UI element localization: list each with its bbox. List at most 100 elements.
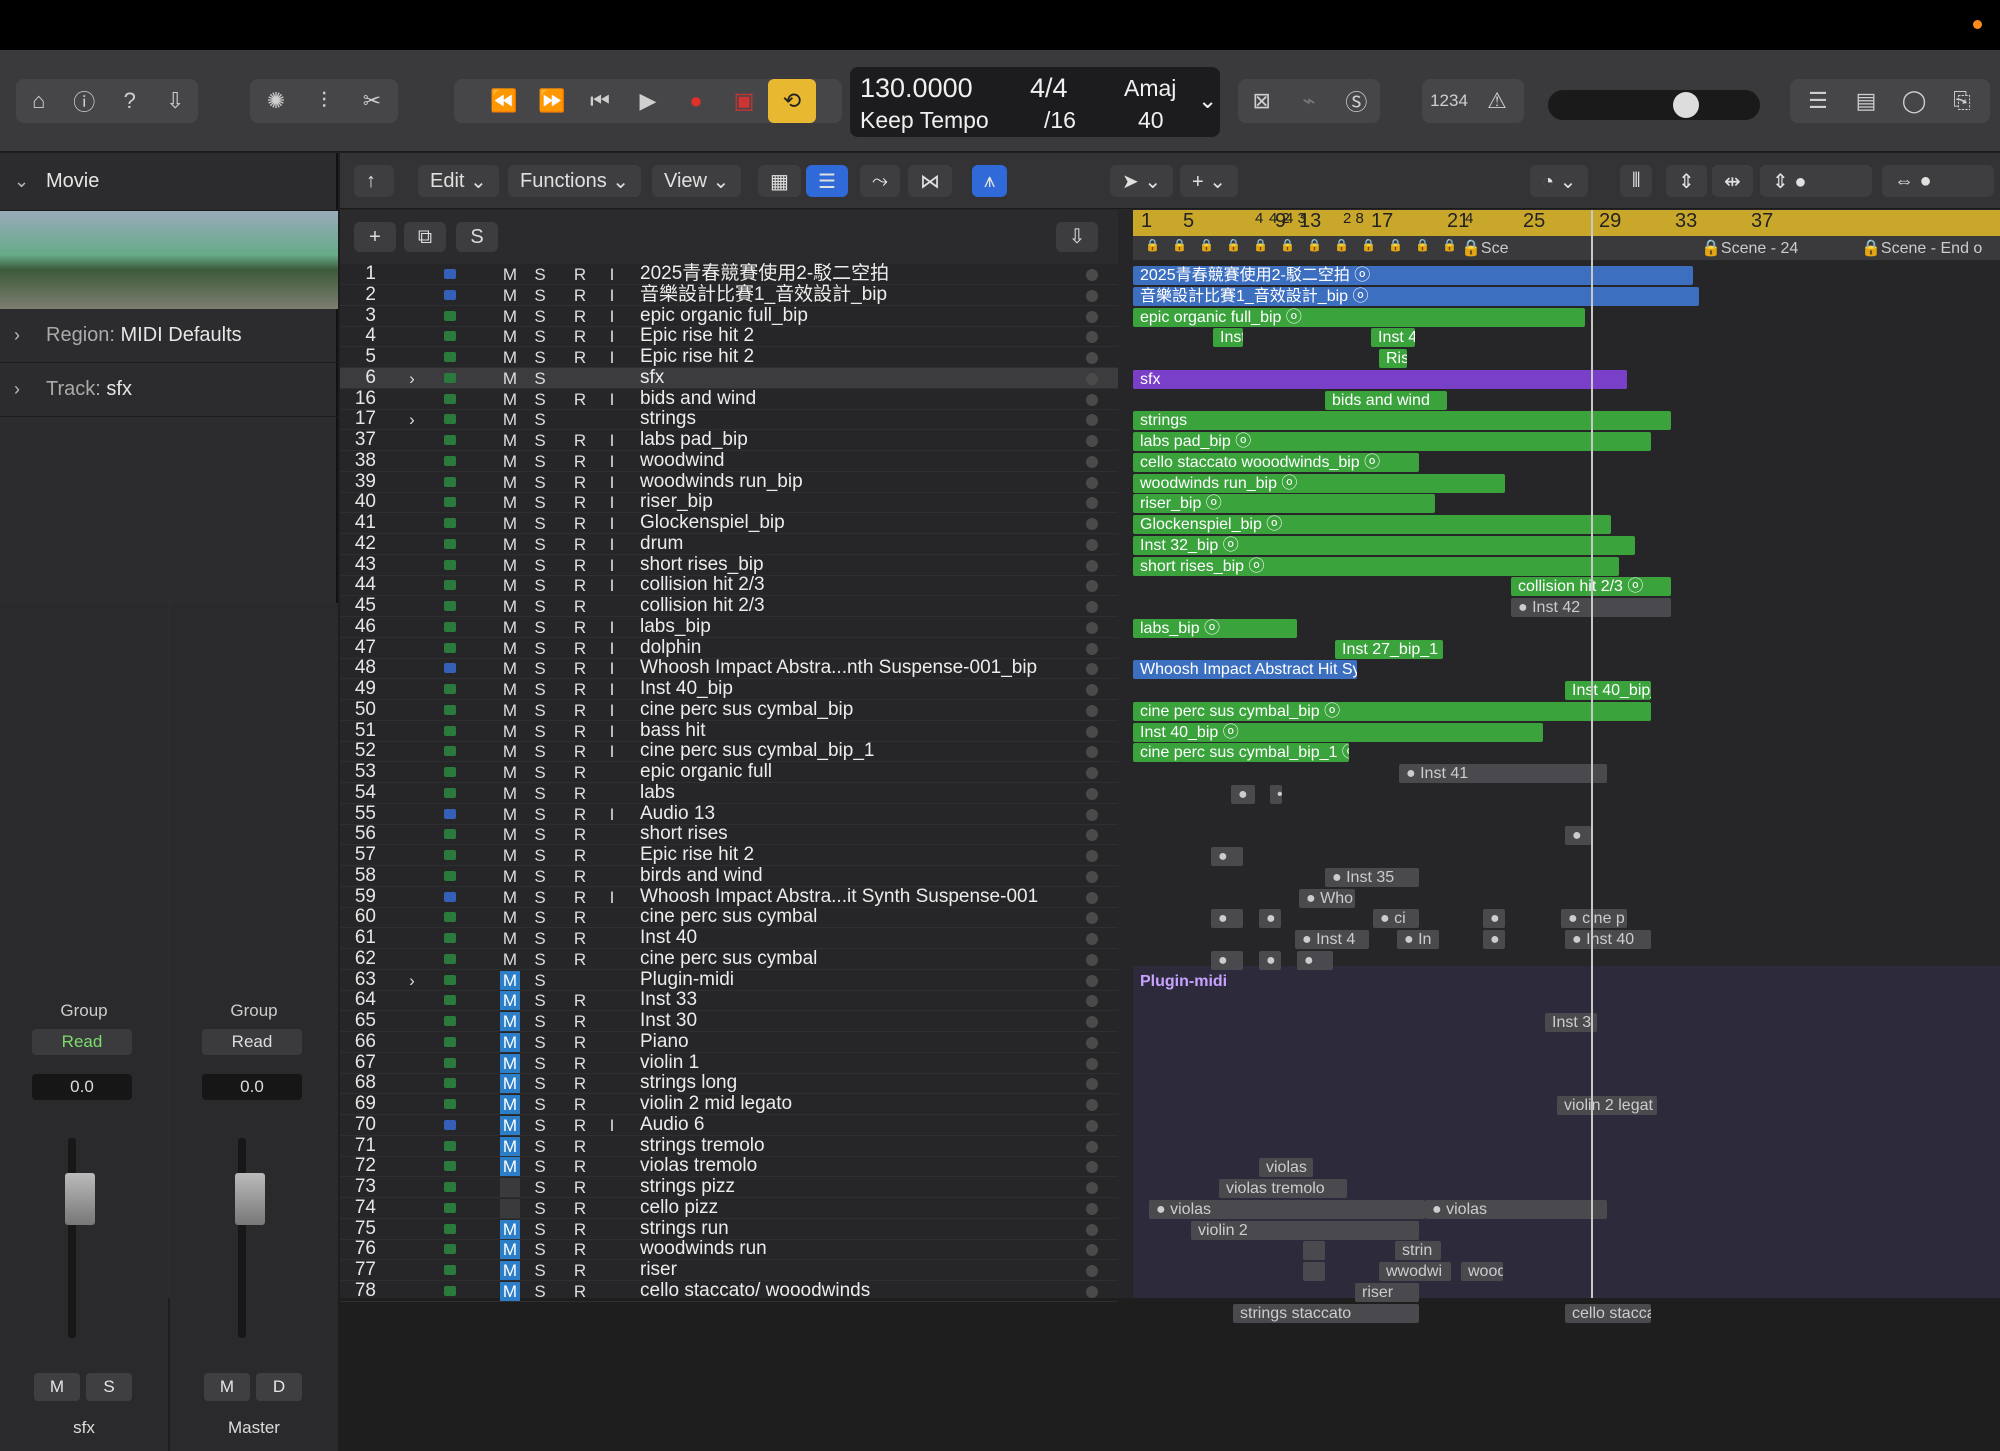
chevron-down-icon[interactable]: ⌄ <box>14 171 29 192</box>
record-enable-button[interactable]: R <box>570 348 590 367</box>
mute-button[interactable]: M <box>500 390 520 409</box>
mute-button[interactable]: M <box>500 908 520 927</box>
record-icon[interactable]: ● <box>672 79 720 123</box>
region[interactable]: 2025青春競賽使用2-駁二空拍 ⓞ <box>1133 266 1693 285</box>
automation-mode[interactable]: Read <box>32 1029 132 1055</box>
chevron-down-icon[interactable]: ⌄ <box>1198 87 1217 114</box>
track-name[interactable]: Inst 40 <box>640 928 697 948</box>
track-row[interactable]: 70 M S R I Audio 6 <box>340 1114 1118 1136</box>
region[interactable]: ● Who <box>1299 888 1355 908</box>
track-row[interactable]: 56 M S Rshort rises <box>340 824 1118 846</box>
track-record-indicator[interactable] <box>1086 435 1098 447</box>
solo-button[interactable]: S <box>530 473 550 492</box>
track-row[interactable]: 17 › M Sstrings <box>340 409 1118 431</box>
input-monitor-button[interactable]: I <box>602 659 622 678</box>
region[interactable]: Inst 40_bip ⓞ <box>1133 722 1543 742</box>
mute-button[interactable]: M <box>500 597 520 616</box>
mute-button[interactable]: M <box>500 1074 520 1094</box>
marker-icon[interactable]: 🔒 <box>1226 238 1241 252</box>
mute-button[interactable]: M <box>500 556 520 575</box>
solo-button[interactable]: S <box>530 659 550 678</box>
mute-button[interactable]: M <box>500 576 520 595</box>
input-monitor-button[interactable]: I <box>602 348 622 367</box>
mute-button[interactable]: M <box>500 369 520 388</box>
quick-help-icon[interactable]: ? <box>107 79 153 123</box>
track-name[interactable]: riser_bip <box>640 492 713 512</box>
horizontal-zoom-slider[interactable]: ⇔ ● <box>1882 165 1994 197</box>
download-icon[interactable]: ⇩ <box>1056 222 1098 252</box>
solo-button[interactable]: S <box>530 639 550 658</box>
track-row[interactable]: 43 M S R Ishort rises_bip <box>340 554 1118 576</box>
track-record-indicator[interactable] <box>1086 1285 1098 1298</box>
region[interactable]: 音樂設計比賽1_音效設計_bip ⓞ <box>1133 286 1699 306</box>
track-record-indicator[interactable] <box>1086 310 1098 323</box>
fast-forward-icon[interactable]: ⏩ <box>528 79 576 123</box>
master-volume-slider[interactable] <box>1548 90 1760 120</box>
track-record-indicator[interactable] <box>1086 455 1098 468</box>
track-name[interactable]: Audio 13 <box>640 803 715 824</box>
region[interactable]: labs pad_bip ⓞ <box>1133 432 1651 451</box>
region[interactable]: cello staccato wooodwinds_bip ⓞ <box>1133 452 1419 472</box>
track-record-indicator[interactable] <box>1086 912 1098 925</box>
chevron-right-icon[interactable]: › <box>14 325 20 346</box>
catch-icon[interactable]: ⩚ <box>972 165 1008 197</box>
group-slot[interactable]: Group <box>0 1001 168 1021</box>
record-enable-button[interactable]: R <box>570 1095 590 1114</box>
solo-button[interactable]: S <box>530 888 550 907</box>
region[interactable]: labs_bip ⓞ <box>1133 618 1297 638</box>
track-name[interactable]: woodwinds run_bip <box>640 471 803 492</box>
track-record-indicator[interactable] <box>1086 767 1098 779</box>
region[interactable]: ● <box>1259 909 1281 929</box>
track-row[interactable]: 48 M S R I Whoosh Impact Abstra...nth Suspens… <box>340 658 1118 680</box>
marker-icon[interactable]: 🔒 <box>1334 238 1349 252</box>
smart-tempo-icon[interactable]: ◔ ⌄ <box>1530 165 1589 197</box>
track-row[interactable]: 59 M S R I Whoosh Impact Abstra...it Synth Su… <box>340 886 1118 908</box>
track-record-indicator[interactable] <box>1086 995 1098 1008</box>
track-name[interactable]: violas tremolo <box>640 1156 757 1176</box>
region[interactable]: Inst 32_bip ⓞ <box>1133 535 1635 555</box>
track-name[interactable]: bids and wind <box>640 388 756 409</box>
record-enable-button[interactable]: R <box>570 805 590 824</box>
mute-button[interactable]: M <box>500 950 520 969</box>
track-row[interactable]: 55 M S R I Audio 13 <box>340 803 1118 825</box>
region[interactable]: strings staccato <box>1233 1303 1419 1323</box>
solo-button[interactable]: S <box>530 307 550 326</box>
solo-button[interactable]: S <box>530 1137 550 1156</box>
marker-lane[interactable]: 🔒Sce 🔒Scene - 24 🔒Scene - End o 🔒 🔒 🔒 🔒 🔒 🔒 🔒 🔒 🔒 🔒 🔒… <box>1133 236 2000 260</box>
region[interactable]: Inst <box>1213 328 1243 348</box>
record-enable-button[interactable]: R <box>570 1074 590 1093</box>
track-record-indicator[interactable] <box>1086 1016 1098 1028</box>
track-name[interactable]: riser <box>640 1260 677 1280</box>
track-record-indicator[interactable] <box>1086 352 1098 364</box>
track-record-indicator[interactable] <box>1086 289 1098 302</box>
disclosure-icon[interactable]: › <box>402 971 422 990</box>
browsers-icon[interactable]: ⎘ <box>1938 79 1986 123</box>
smart-controls-icon[interactable]: ✺ <box>252 79 300 123</box>
automation-mode[interactable]: Read <box>202 1029 302 1055</box>
record-enable-button[interactable]: R <box>570 286 590 305</box>
record-enable-button[interactable]: R <box>570 1220 590 1239</box>
rewind-icon[interactable]: ⏪ <box>480 79 528 123</box>
mute-button[interactable]: M <box>500 929 520 948</box>
track-record-indicator[interactable] <box>1086 1244 1098 1257</box>
solo-icon[interactable]: Ⓢ <box>1333 79 1380 123</box>
track-record-indicator[interactable] <box>1086 684 1098 696</box>
input-monitor-button[interactable]: I <box>602 576 622 595</box>
track-name[interactable]: cine perc sus cymbal_bip <box>640 699 853 720</box>
record-enable-button[interactable]: R <box>570 867 590 886</box>
region[interactable]: Ris <box>1379 349 1407 368</box>
region[interactable]: ● violas <box>1149 1199 1425 1219</box>
solo-button[interactable]: S <box>530 410 550 429</box>
solo-button[interactable]: S <box>530 908 550 927</box>
region[interactable]: ● <box>1565 826 1591 846</box>
track-row[interactable]: 40 M S R Iriser_bip <box>340 492 1118 514</box>
track-name[interactable]: Whoosh Impact Abstra...nth Suspense-001_… <box>640 658 1037 678</box>
region[interactable]: cine perc sus cymbal_bip ⓞ <box>1133 701 1651 721</box>
track-record-indicator[interactable] <box>1086 580 1098 593</box>
track-name[interactable]: Inst 33 <box>640 990 697 1010</box>
solo-button[interactable]: S <box>530 327 550 346</box>
track-row[interactable]: 76 M S Rwoodwinds run <box>340 1239 1118 1261</box>
region[interactable]: violin 2 legat <box>1557 1096 1657 1115</box>
track-record-indicator[interactable] <box>1086 601 1098 613</box>
record-enable-button[interactable]: R <box>570 1137 590 1156</box>
